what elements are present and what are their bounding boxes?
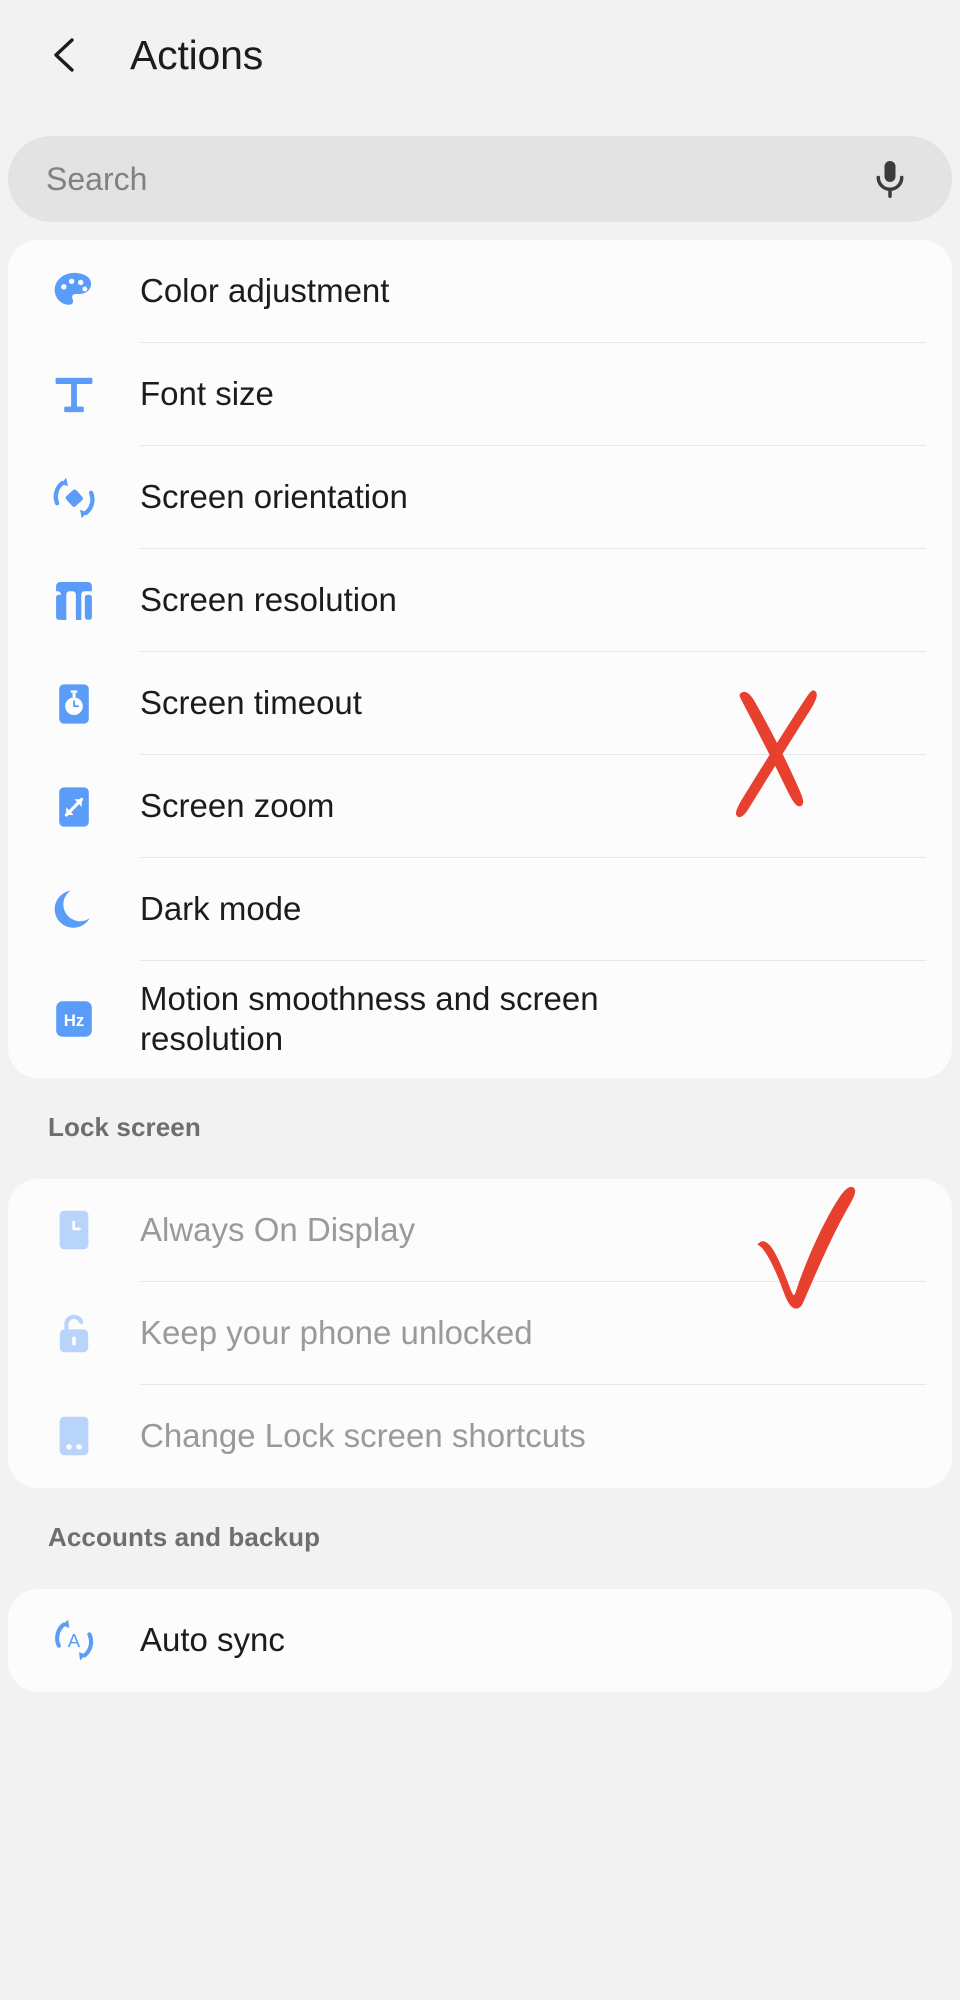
list-item-label: Motion smoothness and screen resolution (140, 980, 599, 1058)
svg-text:A: A (68, 1630, 81, 1651)
list-item-label: Always On Display (140, 1210, 416, 1248)
list-item-label: Screen zoom (140, 787, 335, 825)
hz-icon: Hz (8, 961, 140, 1078)
microphone-icon (876, 161, 904, 198)
always-on-display-icon (59, 1210, 89, 1250)
list-item-label-cell: Dark mode (140, 858, 926, 961)
settings-card: Always On Display Keep your phone unlock… (8, 1178, 952, 1488)
screen-rotation-icon (8, 446, 140, 549)
chevron-left-icon (54, 38, 74, 72)
palette-icon (8, 240, 140, 343)
hz-icon: Hz (56, 1001, 92, 1038)
section-header: Accounts and backup (48, 1521, 321, 1552)
list-item-label: Screen orientation (140, 478, 408, 516)
screen-zoom-icon (8, 755, 140, 858)
lock-shortcuts-icon (59, 1416, 89, 1456)
list-item: Always On Display (8, 1179, 952, 1282)
auto-sync-icon: A (55, 1619, 94, 1661)
screen-resolution-icon (56, 581, 92, 620)
screen-resolution-icon (8, 549, 140, 652)
settings-sections: Color adjustment Font size Screen orient… (0, 240, 960, 1692)
list-item[interactable]: Screen orientation (8, 446, 952, 549)
list-item-label: Color adjustment (140, 272, 390, 310)
font-size-icon (8, 343, 140, 446)
list-item-label-cell: Always On Display (140, 1179, 926, 1282)
list-item[interactable]: Hz Motion smoothness and screen resoluti… (8, 961, 952, 1078)
lock-shortcuts-icon (8, 1385, 140, 1488)
list-item-label-cell: Font size (140, 343, 926, 446)
screen-timeout-icon (8, 652, 140, 755)
auto-sync-icon: A (8, 1589, 140, 1692)
svg-text:Hz: Hz (64, 1011, 85, 1030)
list-item-label: Auto sync (140, 1620, 285, 1658)
list-item[interactable]: Dark mode (8, 858, 952, 961)
palette-icon (54, 272, 92, 305)
list-item-label: Screen timeout (140, 684, 362, 722)
page-title: Actions (130, 31, 264, 78)
list-item-label: Screen resolution (140, 581, 397, 619)
search-input[interactable] (46, 160, 864, 198)
list-item-label-cell: Screen timeout (140, 652, 926, 755)
list-item[interactable]: Color adjustment (8, 240, 952, 343)
list-item-label: Keep your phone unlocked (140, 1313, 533, 1351)
list-item-label: Font size (140, 375, 274, 413)
font-size-icon (55, 377, 93, 412)
list-item: Change Lock screen shortcuts (8, 1385, 952, 1488)
list-item-label-cell: Change Lock screen shortcuts (140, 1385, 926, 1488)
list-item[interactable]: Screen zoom (8, 755, 952, 858)
list-item-label: Change Lock screen shortcuts (140, 1416, 586, 1454)
app-header: Actions (0, 0, 960, 110)
always-on-display-icon (8, 1179, 140, 1282)
list-item[interactable]: Screen timeout (8, 652, 952, 755)
unlock-icon (59, 1314, 89, 1353)
list-item-label-cell: Color adjustment (140, 240, 926, 343)
list-item-label-cell: Screen orientation (140, 446, 926, 549)
list-item-label-cell: Screen zoom (140, 755, 926, 858)
moon-icon (54, 890, 90, 928)
list-item: Keep your phone unlocked (8, 1282, 952, 1385)
settings-card: Color adjustment Font size Screen orient… (8, 240, 952, 1078)
screen-zoom-icon (59, 786, 89, 827)
search-bar[interactable] (8, 136, 952, 222)
list-item[interactable]: Font size (8, 343, 952, 446)
list-item-label-cell: Screen resolution (140, 549, 926, 652)
settings-actions-screen: Actions Color adjustment (0, 0, 960, 2000)
list-item-label: Dark mode (140, 890, 302, 928)
list-item[interactable]: A Auto sync (8, 1589, 952, 1692)
back-button[interactable] (44, 27, 100, 83)
moon-icon (8, 858, 140, 961)
list-item-label-cell: Motion smoothness and screen resolution (140, 961, 926, 1078)
microphone-button[interactable] (864, 153, 916, 205)
list-item-label-cell: Auto sync (140, 1589, 926, 1692)
screen-rotation-icon (53, 477, 95, 518)
settings-card: A Auto sync (8, 1588, 952, 1692)
section-header: Lock screen (48, 1111, 201, 1142)
list-item-label-cell: Keep your phone unlocked (140, 1282, 926, 1385)
list-item[interactable]: Screen resolution (8, 549, 952, 652)
screen-timeout-icon (59, 683, 89, 724)
unlock-icon (8, 1282, 140, 1385)
